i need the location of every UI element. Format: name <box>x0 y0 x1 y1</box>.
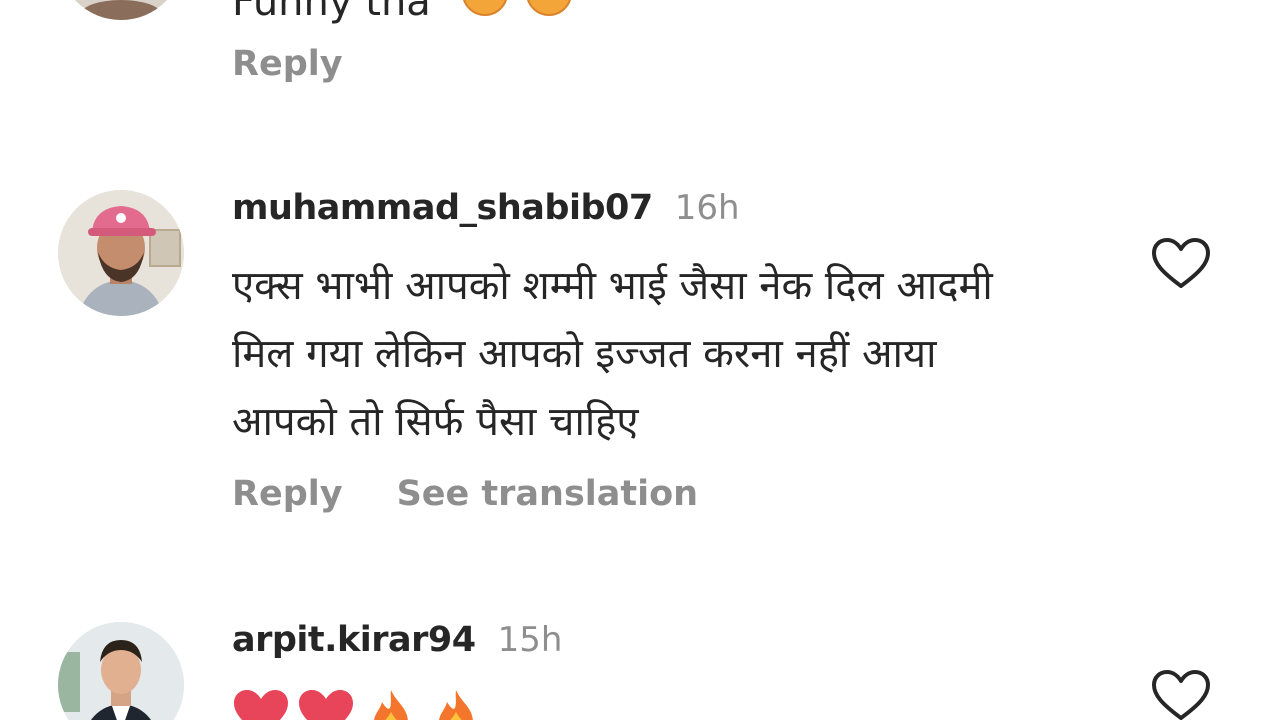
heart-outline-icon <box>1152 670 1210 720</box>
fire-icon <box>427 688 485 720</box>
comment-text: एक्स भाभी आपको शम्मी भाई जैसा नेक दिल आद… <box>232 263 993 445</box>
timestamp: 15h <box>497 620 563 660</box>
red-heart-icon <box>232 688 290 720</box>
timestamp: 16h <box>674 188 740 228</box>
avatar-image <box>58 190 184 316</box>
comment-text: Funny tha <box>232 0 431 25</box>
like-button[interactable] <box>1150 668 1212 720</box>
comment-text-row: Funny tha <box>232 0 1052 25</box>
comment-header: arpit.kirar94 15h <box>232 620 562 660</box>
avatar-image <box>58 622 184 720</box>
laughing-face-icon <box>456 0 507 18</box>
reply-button[interactable]: Reply <box>232 44 343 84</box>
like-button[interactable] <box>1150 236 1212 290</box>
reply-button[interactable]: Reply <box>232 474 343 514</box>
username[interactable]: arpit.kirar94 <box>232 620 476 660</box>
comment-item: Funny tha Reply <box>0 0 1280 110</box>
avatar[interactable] <box>58 190 184 316</box>
heart-outline-icon <box>1152 238 1210 288</box>
fire-icon <box>362 688 420 720</box>
avatar[interactable] <box>58 622 184 720</box>
comment-header: muhammad_shabib07 16h <box>232 188 740 228</box>
avatar-image <box>58 0 184 20</box>
comment-emoji-text <box>232 688 487 720</box>
comment-item: muhammad_shabib07 16h एक्स भाभी आपको शम्म… <box>0 188 1280 528</box>
see-translation-button[interactable]: See translation <box>397 474 699 514</box>
avatar[interactable] <box>58 0 184 20</box>
red-heart-icon <box>297 688 355 720</box>
comment-actions: Reply See translation <box>232 474 752 514</box>
comment-item: arpit.kirar94 15h <box>0 620 1280 720</box>
comment-actions: Reply <box>232 44 397 84</box>
laughing-face-icon <box>520 0 572 18</box>
username[interactable]: muhammad_shabib07 <box>232 188 653 228</box>
